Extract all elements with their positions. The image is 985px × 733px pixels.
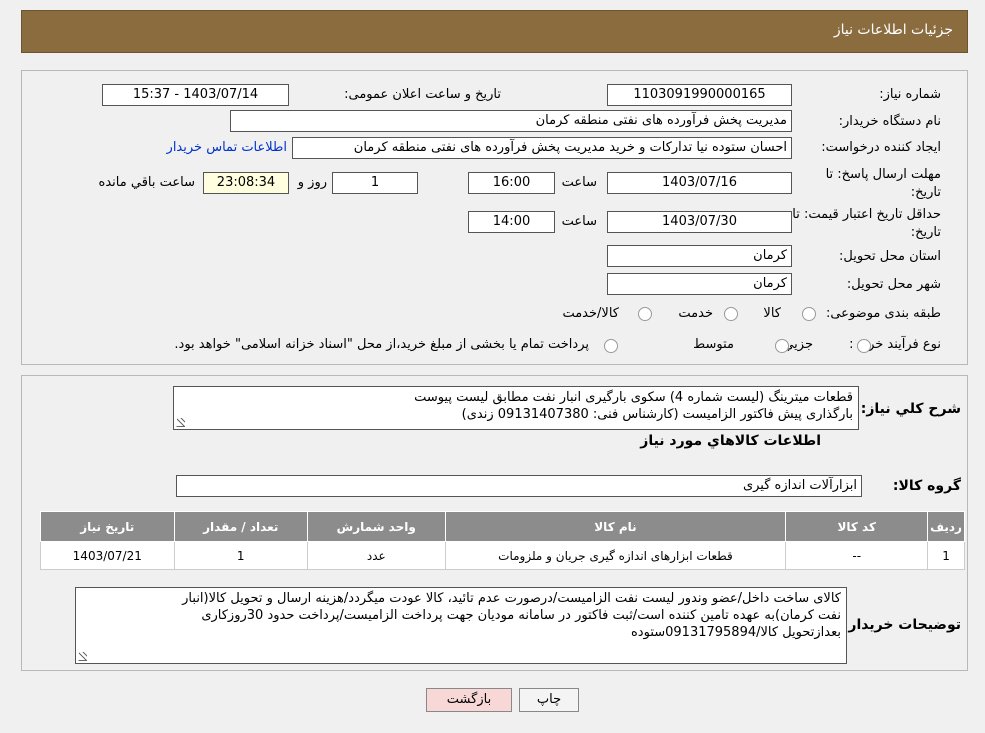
validity-date-field: 1403/07/30 xyxy=(607,211,792,233)
deadline-days-field: 1 xyxy=(332,172,418,194)
table-row: 1 -- قطعات ابزارهای اندازه گیری جریان و … xyxy=(40,541,965,570)
cell-row: 1 xyxy=(927,541,965,570)
buyer-contact-link[interactable]: اطلاعات تماس خریدار xyxy=(167,140,287,155)
col-name: نام کالا xyxy=(444,511,787,542)
category-label: طبقه بندی موضوعی: xyxy=(825,306,941,321)
deadline-remaining-field: 23:08:34 xyxy=(203,172,289,194)
goods-group-label: گروه کالا: xyxy=(892,478,961,494)
goods-group-field: ابزارآلات اندازه گیری xyxy=(176,475,862,497)
buyer-org-field: مدیریت پخش فرآورده های نفتی منطقه کرمان xyxy=(230,110,792,132)
process-treasury-note: پرداخت تمام یا بخشی از مبلغ خرید،از محل … xyxy=(174,337,589,352)
city-label: شهر محل تحویل: xyxy=(846,277,941,292)
cell-date: 1403/07/21 xyxy=(40,541,175,570)
deadline-remaining-label: ساعت باقي مانده xyxy=(98,175,195,190)
buyer-notes-line-1: کالای ساخت داخل/عضو وندور لیست نفت الزام… xyxy=(182,591,841,606)
validity-time-label: ساعت xyxy=(561,214,597,229)
page-header: جزئیات اطلاعات نیاز xyxy=(21,10,968,53)
buyer-notes-textarea[interactable]: کالای ساخت داخل/عضو وندور لیست نفت الزام… xyxy=(75,587,847,664)
goods-panel: شرح کلي نياز: قطعات میترینگ (لیست شماره … xyxy=(21,375,968,671)
buyer-notes-label: توضیحات خریدار: xyxy=(842,617,961,633)
announce-label: تاریخ و ساعت اعلان عمومی: xyxy=(344,87,501,102)
cell-unit: عدد xyxy=(306,541,446,570)
category-option-goods: کالا xyxy=(763,306,781,321)
category-radio-goods-service[interactable] xyxy=(638,307,652,321)
validity-time-field: 14:00 xyxy=(468,211,555,233)
summary-line-1: قطعات میترینگ (لیست شماره 4) سکوی بارگیر… xyxy=(414,390,853,405)
cell-name: قطعات ابزارهای اندازه گیری جریان و ملزوم… xyxy=(444,541,787,570)
category-option-service: خدمت xyxy=(678,306,713,321)
summary-label: شرح کلي نياز: xyxy=(860,401,961,417)
page-title: جزئیات اطلاعات نیاز xyxy=(833,22,953,38)
deadline-label-1: مهلت ارسال پاسخ: تا xyxy=(825,167,941,182)
resize-grip-icon[interactable] xyxy=(78,652,87,661)
process-option-medium: متوسط xyxy=(693,337,734,352)
summary-textarea[interactable]: قطعات میترینگ (لیست شماره 4) سکوی بارگیر… xyxy=(173,386,859,430)
col-row: رديف xyxy=(927,511,965,542)
buyer-notes-line-3: بعدازتحویل کالا/09131795894ستوده xyxy=(631,625,841,640)
back-button[interactable]: بازگشت xyxy=(426,688,512,712)
validity-label-1: حداقل تاریخ اعتبار قیمت: تا xyxy=(792,207,941,222)
need-number-field: 1103091990000165 xyxy=(607,84,792,106)
announce-field: 1403/07/14 - 15:37 xyxy=(102,84,289,106)
cell-qty: 1 xyxy=(173,541,308,570)
validity-label-2: تاریخ: xyxy=(910,225,941,240)
col-date: تاریخ نیاز xyxy=(40,511,175,542)
requester-field: احسان ستوده نیا تدارکات و خرید مدیریت پخ… xyxy=(292,137,792,159)
city-field: کرمان xyxy=(607,273,792,295)
col-unit: واحد شمارش xyxy=(306,511,446,542)
province-field: کرمان xyxy=(607,245,792,267)
goods-table: رديف کد کالا نام کالا واحد شمارش تعداد /… xyxy=(40,511,965,570)
process-radio-medium[interactable] xyxy=(775,339,789,353)
need-number-label: شماره نیاز: xyxy=(879,87,941,102)
info-panel: شماره نیاز: 1103091990000165 تاریخ و ساع… xyxy=(21,70,968,365)
resize-grip-icon[interactable] xyxy=(176,418,185,427)
buyer-org-label: نام دستگاه خریدار: xyxy=(838,114,941,129)
buyer-notes-line-2: نفت کرمان)به عهده تامین کننده است/ثبت فا… xyxy=(201,608,841,623)
goods-section-title: اطلاعات کالاهاي مورد نياز xyxy=(640,433,821,449)
table-header-row: رديف کد کالا نام کالا واحد شمارش تعداد /… xyxy=(40,511,965,542)
category-radio-service[interactable] xyxy=(724,307,738,321)
deadline-days-label: روز و xyxy=(297,175,327,190)
requester-label: ایجاد کننده درخواست: xyxy=(821,140,941,155)
process-radio-minor[interactable] xyxy=(857,339,871,353)
col-code: کد کالا xyxy=(785,511,929,542)
category-option-goods-service: کالا/خدمت xyxy=(562,306,619,321)
col-qty: تعداد / مقدار xyxy=(173,511,308,542)
cell-code: -- xyxy=(785,541,929,570)
deadline-date-field: 1403/07/16 xyxy=(607,172,792,194)
deadline-time-label: ساعت xyxy=(561,175,597,190)
category-radio-goods[interactable] xyxy=(802,307,816,321)
province-label: استان محل تحویل: xyxy=(839,249,941,264)
print-button[interactable]: چاپ xyxy=(519,688,579,712)
deadline-label-2: تاریخ: xyxy=(910,185,941,200)
deadline-time-field: 16:00 xyxy=(468,172,555,194)
process-checkbox-treasury[interactable] xyxy=(604,339,618,353)
summary-line-2: بارگذاری پیش فاکتور الزامیست (کارشناس فن… xyxy=(461,407,853,422)
